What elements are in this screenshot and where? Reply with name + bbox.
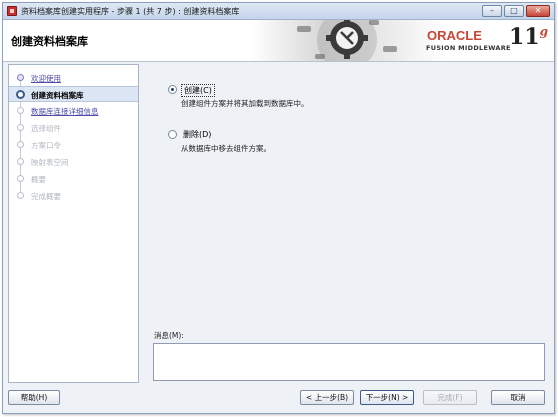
nav-step-db-connection[interactable]: 数据库连接详细信息	[9, 103, 138, 119]
main-panel: 创建(C) 创建组件方案并将其加载到数据库中。 删除(D) 从数据库中移去组件方…	[142, 64, 551, 383]
nav-step-map-tablespaces: 映射表空间	[9, 154, 138, 170]
drop-radio[interactable]	[168, 130, 177, 139]
nav-step-create-repository[interactable]: 创建资料档案库	[9, 86, 138, 102]
step-done-icon	[17, 74, 24, 81]
step-pending-icon	[17, 124, 24, 131]
nav-step-label: 数据库连接详细信息	[31, 107, 99, 116]
nav-step-label: 选择组件	[31, 124, 61, 133]
create-description: 创建组件方案并将其加载到数据库中。	[181, 99, 309, 108]
maximize-button[interactable]: □	[504, 5, 524, 17]
drop-description: 从数据库中移去组件方案。	[181, 144, 271, 153]
nav-step-summary: 概要	[9, 171, 138, 187]
version-number: 11	[509, 24, 540, 50]
step-pending-icon	[17, 107, 24, 114]
nav-step-label: 完成概要	[31, 192, 61, 201]
nav-step-schema-passwords: 方案口令	[9, 137, 138, 153]
step-pending-icon	[17, 158, 24, 165]
page-title: 创建资料档案库	[11, 35, 88, 48]
messages-label: 消息(M):	[154, 331, 184, 340]
wizard-banner: 创建资料档案库 ORACLE FUSION MIDDLEWARE 11g	[3, 20, 554, 62]
nav-step-select-components: 选择组件	[9, 120, 138, 136]
minimize-button[interactable]: –	[482, 5, 502, 17]
nav-step-completion-summary: 完成概要	[9, 188, 138, 204]
wizard-steps-nav: 欢迎使用 创建资料档案库 数据库连接详细信息 选择组件 方案口令 映射表空间 概…	[8, 64, 139, 383]
nav-step-label: 方案口令	[31, 141, 61, 150]
next-button[interactable]: 下一步(N) >	[360, 390, 414, 405]
create-radio-label[interactable]: 创建(C)	[181, 84, 215, 97]
nav-step-welcome[interactable]: 欢迎使用	[9, 70, 138, 86]
window-title: 资料档案库创建实用程序 - 步骤 1 (共 7 步) : 创建资料档案库	[21, 7, 240, 16]
nav-step-label: 创建资料档案库	[31, 91, 84, 100]
drop-radio-label[interactable]: 删除(D)	[181, 129, 213, 140]
nav-step-label: 概要	[31, 175, 46, 184]
title-bar[interactable]: 资料档案库创建实用程序 - 步骤 1 (共 7 步) : 创建资料档案库 – □…	[3, 3, 554, 20]
messages-textarea[interactable]	[153, 343, 545, 381]
app-icon	[7, 6, 17, 16]
nav-step-label: 欢迎使用	[31, 74, 61, 83]
step-pending-icon	[17, 192, 24, 199]
version-suffix: g	[539, 24, 549, 39]
nav-step-label: 映射表空间	[31, 158, 69, 167]
gear-graphic-icon	[297, 20, 397, 61]
product-name: FUSION MIDDLEWARE	[426, 44, 511, 52]
version-logo: 11g	[509, 24, 548, 50]
back-button[interactable]: < 上一步(B)	[300, 390, 354, 405]
button-bar: 帮助(H) < 上一步(B) 下一步(N) > 完成(F) 取消	[3, 385, 554, 413]
help-button[interactable]: 帮助(H)	[8, 390, 60, 405]
oracle-logo: ORACLE	[427, 28, 482, 42]
step-current-icon	[16, 90, 25, 99]
close-button[interactable]: ✕	[526, 5, 550, 17]
create-radio[interactable]	[168, 85, 177, 94]
wizard-window: 资料档案库创建实用程序 - 步骤 1 (共 7 步) : 创建资料档案库 – □…	[2, 2, 555, 414]
step-pending-icon	[17, 141, 24, 148]
step-pending-icon	[17, 175, 24, 182]
finish-button[interactable]: 完成(F)	[423, 390, 477, 405]
oracle-logo-text: ORACLE	[427, 28, 482, 42]
cancel-button[interactable]: 取消	[491, 390, 545, 405]
